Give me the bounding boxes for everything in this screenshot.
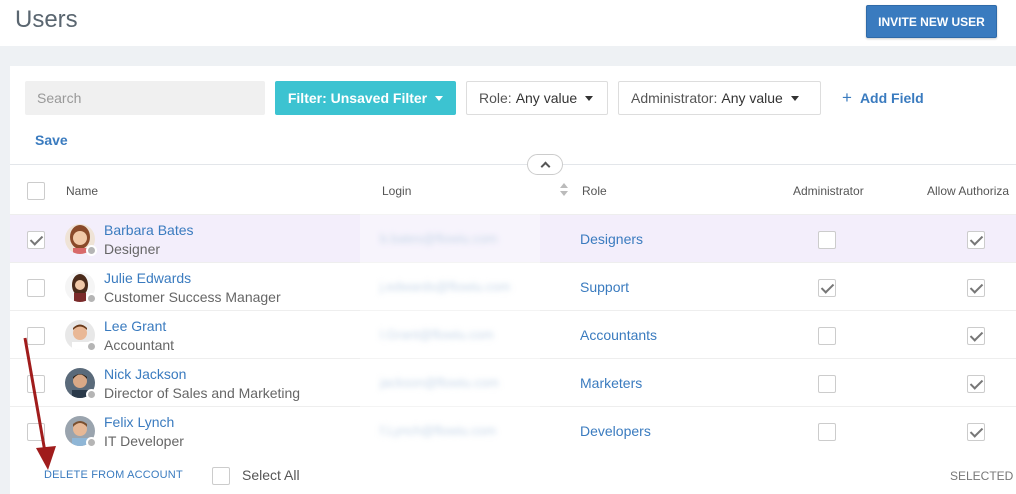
user-role-link[interactable]: Designers [580,231,643,247]
administrator-checkbox[interactable] [818,423,836,441]
status-indicator [86,389,97,400]
allow-authorization-checkbox[interactable] [967,327,985,345]
sort-icon[interactable] [560,182,568,198]
column-header-allow-authorization[interactable]: Allow Authoriza [927,184,1009,198]
add-field-label: Add Field [859,90,924,106]
page-header: Users INVITE NEW USER [0,0,1016,46]
row-checkbox[interactable] [27,279,45,297]
column-header-role[interactable]: Role [582,184,607,198]
filter-label: Filter: Unsaved Filter [287,90,428,106]
divider [10,164,1016,165]
status-indicator [86,245,97,256]
select-all-header-checkbox[interactable] [27,182,45,200]
add-field-button[interactable]: + Add Field [842,88,924,107]
user-role-link[interactable]: Developers [580,423,651,439]
row-checkbox[interactable] [27,423,45,441]
role-filter-label: Role: [479,90,512,106]
allow-authorization-checkbox[interactable] [967,375,985,393]
page-title: Users [15,6,78,33]
user-name-link[interactable]: Julie Edwards [104,270,191,286]
column-header-name[interactable]: Name [66,184,98,198]
user-title: IT Developer [104,433,184,449]
search-input[interactable]: Search [25,81,265,115]
administrator-checkbox[interactable] [818,279,836,297]
chevron-up-icon [540,161,550,172]
save-filter-link[interactable]: Save [35,132,68,148]
role-filter-dropdown[interactable]: Role: Any value [466,81,608,115]
row-checkbox[interactable] [27,327,45,345]
user-title: Accountant [104,337,175,353]
user-title: Designer [104,241,161,257]
user-name-link[interactable]: Lee Grant [104,318,166,334]
status-indicator [86,293,97,304]
user-role-link[interactable]: Accountants [580,327,657,343]
administrator-filter-label: Administrator: [631,90,718,106]
invite-new-user-button[interactable]: INVITE NEW USER [866,5,997,38]
filter-button[interactable]: Filter: Unsaved Filter [275,81,456,115]
user-name-link[interactable]: Nick Jackson [104,366,186,382]
allow-authorization-checkbox[interactable] [967,231,985,249]
allow-authorization-checkbox[interactable] [967,279,985,297]
role-filter-value: Any value [515,90,578,106]
status-indicator [86,341,97,352]
caret-down-icon [585,95,594,101]
administrator-checkbox[interactable] [818,231,836,249]
administrator-checkbox[interactable] [818,375,836,393]
delete-from-account-button[interactable]: DELETE FROM ACCOUNT [44,469,183,481]
user-title: Customer Success Manager [104,289,281,305]
select-all-label[interactable]: Select All [242,467,300,483]
column-header-login[interactable]: Login [382,184,411,198]
user-name-link[interactable]: Felix Lynch [104,414,174,430]
plus-icon: + [842,88,852,107]
administrator-filter-value: Any value [721,90,783,106]
users-panel: Search Filter: Unsaved Filter Role: Any … [10,66,1016,494]
select-all-checkbox[interactable] [212,467,230,485]
user-role-link[interactable]: Support [580,279,629,295]
allow-authorization-checkbox[interactable] [967,423,985,441]
row-checkbox[interactable] [27,231,45,249]
caret-down-icon [790,95,799,101]
blurred-login-overlay [360,214,540,456]
status-indicator [86,437,97,448]
selected-count: SELECTED : [950,469,1016,483]
collapse-filters-button[interactable] [527,154,563,175]
user-name-link[interactable]: Barbara Bates [104,222,194,238]
user-role-link[interactable]: Marketers [580,375,642,391]
user-title: Director of Sales and Marketing [104,385,301,401]
caret-down-icon [435,95,444,101]
row-checkbox[interactable] [27,375,45,393]
administrator-filter-dropdown[interactable]: Administrator: Any value [618,81,821,115]
column-header-administrator[interactable]: Administrator [793,184,864,198]
administrator-checkbox[interactable] [818,327,836,345]
